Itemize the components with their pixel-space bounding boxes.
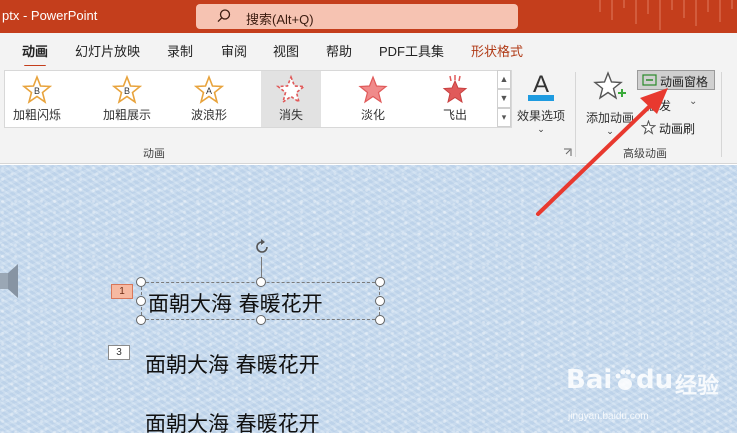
bold-reveal-star-icon: B — [112, 75, 142, 104]
tab-view[interactable]: 视图 — [273, 41, 299, 60]
fly-out-star-icon — [442, 75, 468, 104]
resize-handle[interactable] — [136, 277, 146, 287]
add-animation-button[interactable]: 添加动画 ⌄ — [582, 70, 638, 137]
trigger-label: 触发 — [647, 99, 672, 113]
svg-text:A: A — [533, 71, 549, 98]
watermark-url: jingyan.baidu.com — [568, 411, 649, 422]
svg-text:B: B — [34, 86, 40, 96]
tab-pdf-tools[interactable]: PDF工具集 — [379, 41, 444, 60]
wave-star-icon: A — [194, 75, 224, 104]
effect-label: 波浪形 — [190, 108, 227, 122]
group-label-animation: 动画 — [143, 148, 165, 160]
animation-painter-button[interactable]: 动画刷 — [637, 118, 707, 138]
effect-bold-reveal[interactable]: B 加粗展示 — [97, 71, 157, 127]
resize-handle[interactable] — [375, 277, 385, 287]
slide-text-line[interactable]: 面朝大海 春暖花开 — [145, 349, 320, 379]
animation-gallery: B 加粗闪烁 B 加粗展示 A 波浪形 消失 淡化 飞出 — [4, 70, 512, 128]
effect-options-label: 效果选项 — [516, 109, 565, 123]
effect-label: 加粗展示 — [102, 108, 151, 122]
slide-canvas[interactable]: 1 3 面朝大海 春暖花开 面朝大海 春暖花开 面朝大海 春暖花开 Bai du… — [0, 165, 737, 433]
add-animation-label: 添加动画 — [585, 111, 634, 125]
gallery-expand[interactable]: ▾ — [497, 108, 511, 127]
animation-order-tag[interactable]: 1 — [111, 284, 133, 299]
bold-flash-star-icon: B — [22, 75, 52, 104]
tab-animation[interactable]: 动画 — [22, 41, 48, 68]
effect-bold-flash[interactable]: B 加粗闪烁 — [7, 71, 67, 127]
chevron-down-icon: ⌄ — [606, 126, 614, 136]
watermark-brand-2: du — [636, 365, 674, 395]
effect-label: 加粗闪烁 — [12, 108, 61, 122]
resize-handle[interactable] — [136, 315, 146, 325]
tab-shape-format[interactable]: 形状格式 — [471, 41, 523, 60]
animation-pane-icon — [642, 74, 657, 86]
watermark-suffix: 经验 — [675, 374, 720, 399]
effect-options-button[interactable]: A 效果选项 ⌄ — [515, 70, 567, 135]
animation-pane-button[interactable]: 动画窗格 — [637, 70, 715, 90]
title-pattern — [599, 0, 733, 30]
effect-options-icon: A — [528, 71, 554, 101]
tab-record[interactable]: 录制 — [167, 41, 193, 60]
search-placeholder: 搜索(Alt+Q) — [246, 12, 314, 27]
title-bar: ptx - PowerPoint 搜索(Alt+Q) — [0, 0, 737, 33]
tab-slideshow[interactable]: 幻灯片放映 — [75, 41, 140, 60]
animation-painter-icon — [641, 120, 656, 135]
resize-handle[interactable] — [375, 315, 385, 325]
resize-handle[interactable] — [256, 277, 266, 287]
search-box[interactable]: 搜索(Alt+Q) — [196, 4, 518, 29]
window-title: ptx - PowerPoint — [2, 8, 98, 23]
svg-text:A: A — [206, 86, 212, 96]
add-animation-star-icon — [593, 71, 626, 100]
tab-help[interactable]: 帮助 — [326, 41, 352, 60]
ribbon-separator — [575, 72, 576, 157]
tab-review[interactable]: 审阅 — [221, 41, 247, 60]
effect-wave[interactable]: A 波浪形 — [179, 71, 239, 127]
slide-text-line[interactable]: 面朝大海 春暖花开 — [145, 408, 320, 433]
resize-handle[interactable] — [375, 296, 385, 306]
effect-disappear[interactable]: 消失 — [261, 71, 321, 127]
effect-fade[interactable]: 淡化 — [343, 71, 403, 127]
fade-star-icon — [358, 75, 388, 104]
group-label-advanced-animation: 高级动画 — [623, 148, 667, 160]
resize-handle[interactable] — [136, 296, 146, 306]
chevron-down-icon: ⌄ — [689, 96, 698, 107]
svg-text:B: B — [124, 86, 130, 96]
animation-order-tag[interactable]: 3 — [108, 345, 130, 360]
disappear-star-icon — [276, 75, 306, 104]
effect-fly-out[interactable]: 飞出 — [425, 71, 485, 127]
effect-label: 淡化 — [360, 108, 385, 122]
watermark-brand: Bai — [566, 365, 613, 395]
animation-pane-label: 动画窗格 — [660, 75, 709, 89]
effect-label: 飞出 — [442, 108, 467, 122]
chevron-down-icon: ⌄ — [537, 124, 545, 134]
ribbon: B 加粗闪烁 B 加粗展示 A 波浪形 消失 淡化 飞出 ▲ ▼ ▾ A 效果选… — [0, 66, 737, 164]
slide-text-line[interactable]: 面朝大海 春暖花开 — [148, 288, 323, 318]
gallery-scroll-up[interactable]: ▲ — [497, 70, 511, 89]
expand-icon: ▾ — [501, 112, 507, 122]
audio-speaker-icon[interactable] — [0, 261, 22, 301]
search-icon — [217, 9, 231, 23]
trigger-button[interactable]: 触发 ⌄ — [637, 95, 707, 115]
dialog-launcher-icon[interactable] — [563, 148, 572, 157]
ribbon-tabs: 动画 幻灯片放映 录制 审阅 视图 帮助 PDF工具集 形状格式 — [0, 33, 737, 68]
gallery-scroll-down[interactable]: ▼ — [497, 89, 511, 108]
baidu-paw-icon — [615, 369, 636, 390]
effect-label: 消失 — [278, 108, 303, 122]
chevron-down-icon: ▼ — [499, 93, 509, 103]
chevron-up-icon: ▲ — [499, 74, 509, 84]
animation-painter-label: 动画刷 — [659, 122, 696, 136]
rotate-handle-icon[interactable] — [252, 237, 272, 257]
ribbon-separator — [721, 72, 722, 157]
